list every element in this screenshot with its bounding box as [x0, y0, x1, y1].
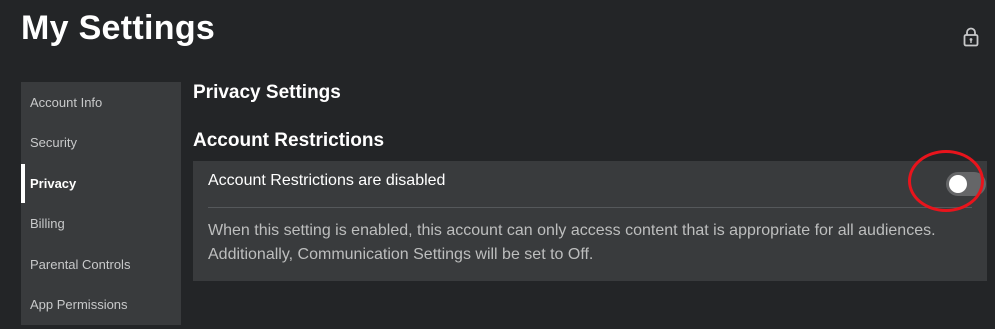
sidebar-item-label: Privacy — [30, 175, 77, 191]
sidebar-item-app-permissions[interactable]: App Permissions — [21, 285, 181, 326]
sidebar-item-label: Billing — [30, 216, 65, 232]
account-restrictions-description: When this setting is enabled, this accou… — [208, 222, 936, 263]
page-title: My Settings — [21, 9, 216, 47]
account-restrictions-toggle[interactable] — [946, 172, 986, 196]
sidebar-item-privacy[interactable]: Privacy — [21, 163, 181, 204]
account-restrictions-row: Account Restrictions are disabled — [208, 161, 986, 208]
sidebar-item-parental-controls[interactable]: Parental Controls — [21, 244, 181, 285]
sidebar-item-label: App Permissions — [30, 297, 128, 313]
sidebar-item-account-info[interactable]: Account Info — [21, 82, 181, 123]
toggle-knob — [949, 175, 967, 193]
sidebar-item-label: Parental Controls — [30, 256, 131, 272]
settings-sidebar: Account Info Security Privacy Billing Pa… — [21, 82, 181, 325]
lock-icon[interactable] — [963, 27, 979, 47]
sidebar-item-security[interactable]: Security — [21, 123, 181, 164]
account-restrictions-card: Account Restrictions are disabled When t… — [193, 161, 987, 281]
privacy-settings-heading: Privacy Settings — [193, 82, 341, 103]
sidebar-item-label: Account Info — [30, 94, 103, 110]
account-restrictions-status-label: Account Restrictions are disabled — [208, 172, 446, 189]
sidebar-item-billing[interactable]: Billing — [21, 204, 181, 245]
account-restrictions-heading: Account Restrictions — [193, 130, 385, 151]
sidebar-item-label: Security — [30, 135, 77, 151]
